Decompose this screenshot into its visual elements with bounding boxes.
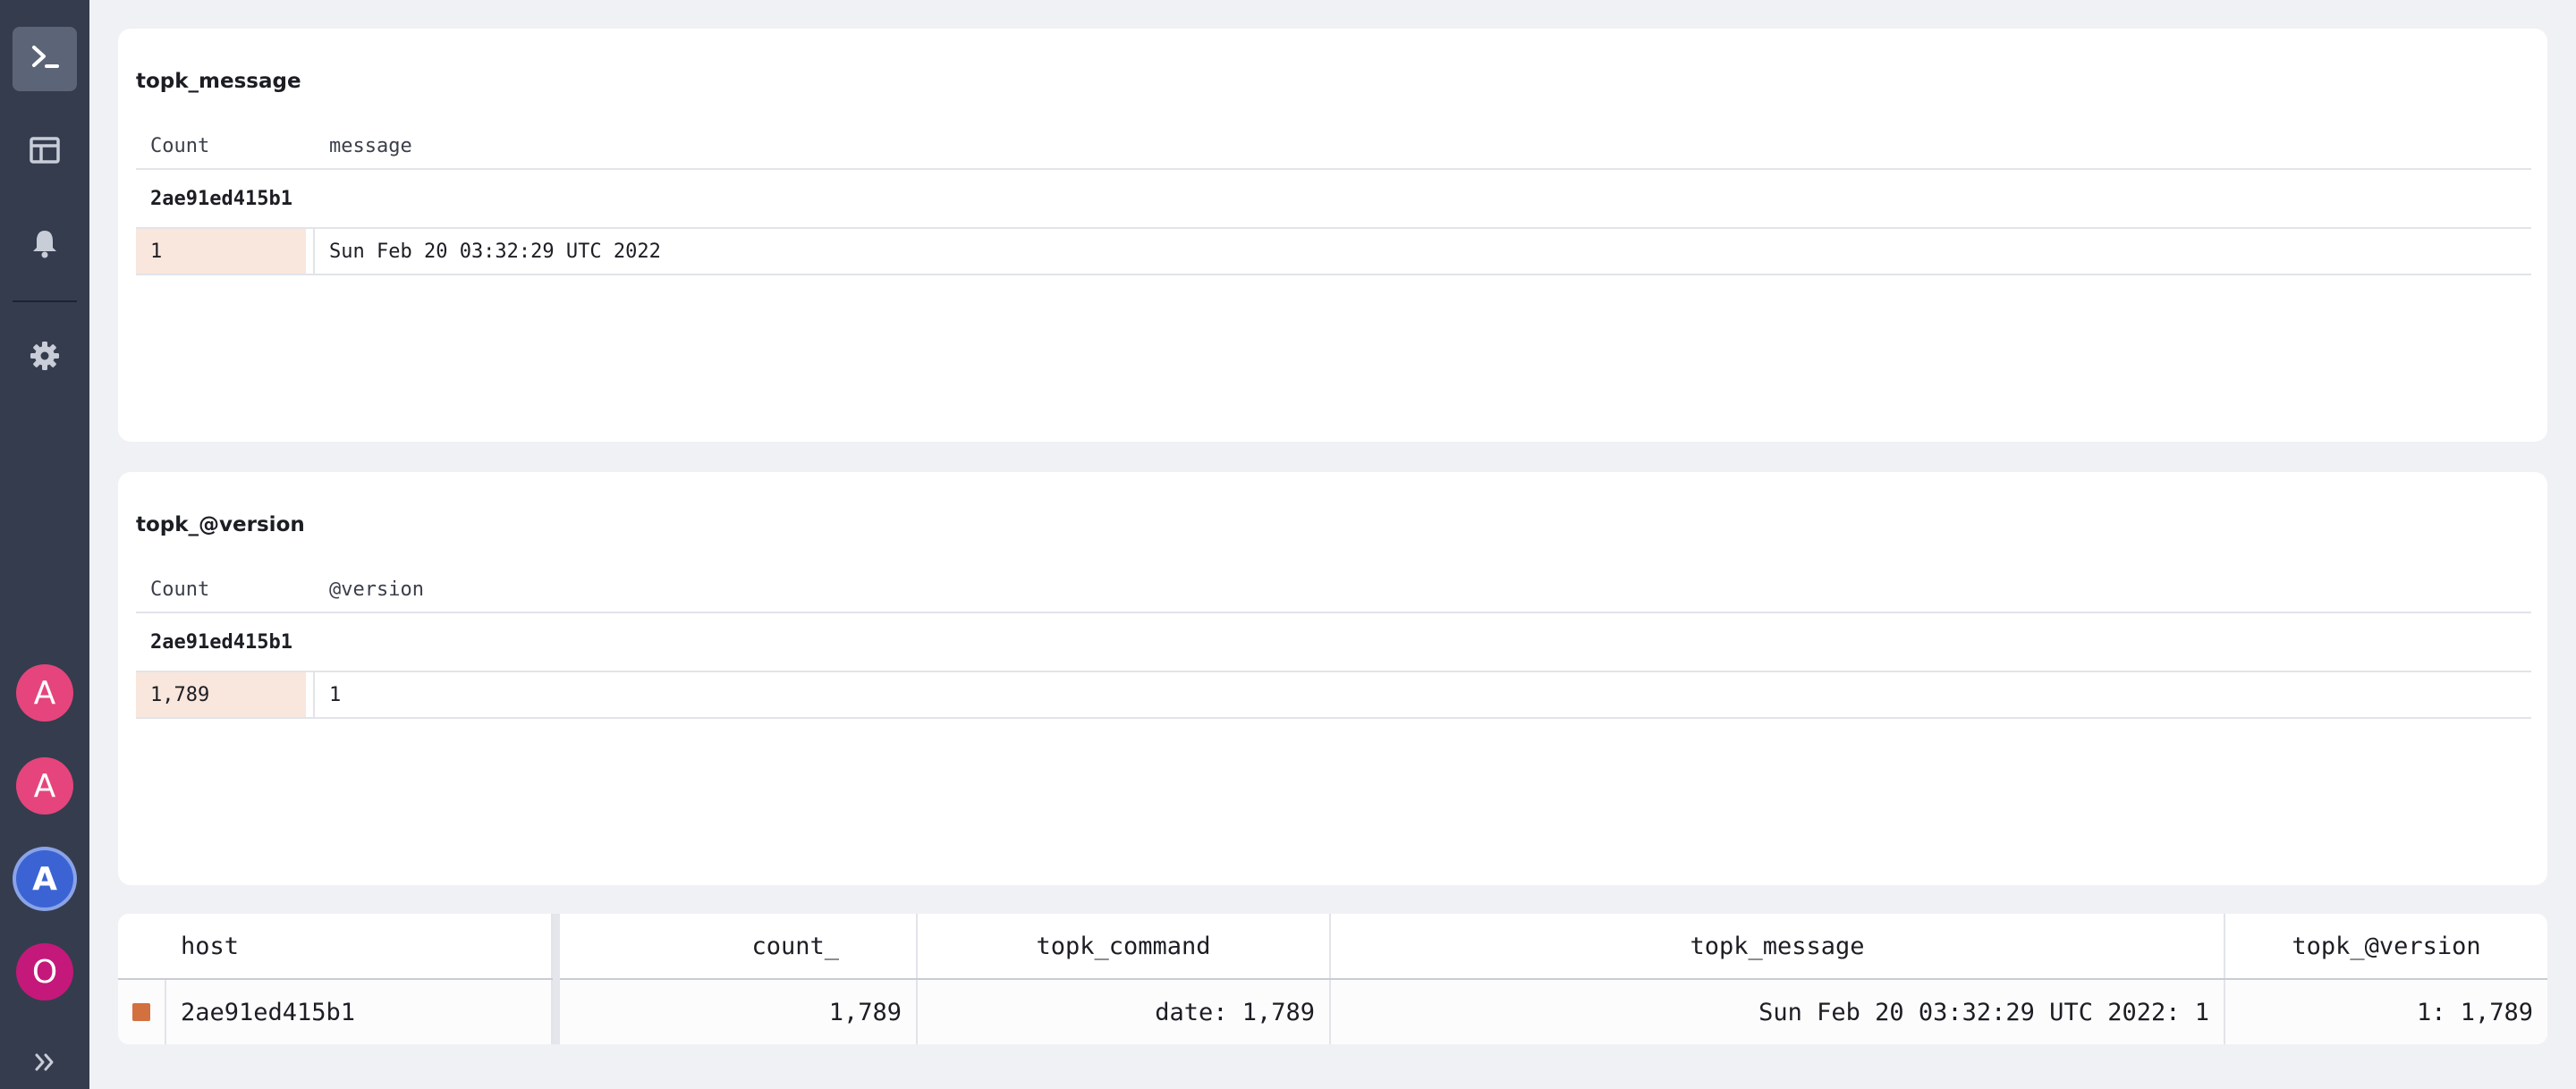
count-cell: 1 (136, 229, 306, 274)
avatar[interactable]: O (16, 943, 73, 1000)
table-cell-host[interactable]: 2ae91ed415b1 (166, 980, 553, 1044)
sidebar-item-settings[interactable] (13, 325, 77, 390)
column-header-message[interactable]: message (315, 135, 412, 157)
table-cell-topk-command[interactable]: date: 1,789 (918, 980, 1331, 1044)
sidebar-item-alerts[interactable] (13, 213, 77, 277)
panel-title: topk_@version (136, 513, 305, 536)
group-label: 2ae91ed415b1 (136, 170, 2531, 229)
table-header: Count @version (136, 567, 2531, 613)
terminal-icon (27, 39, 63, 79)
table-cell-count[interactable]: 1,789 (560, 980, 918, 1044)
panel-topk-message: topk_message Count message 2ae91ed415b1 … (118, 29, 2547, 442)
frozen-column-divider[interactable] (553, 914, 560, 1044)
sidebar: A A A O (0, 0, 89, 1089)
cell-divider (306, 229, 315, 274)
column-header-version[interactable]: @version (315, 578, 424, 601)
layout-icon (29, 134, 61, 170)
cell-divider (306, 672, 315, 717)
column-header-topk-command[interactable]: topk_command (918, 914, 1331, 978)
group-label: 2ae91ed415b1 (136, 613, 2531, 672)
panel-topk-version: topk_@version Count @version 2ae91ed415b… (118, 472, 2547, 885)
column-header-count[interactable]: Count (136, 578, 315, 601)
count-cell: 1,789 (136, 672, 306, 717)
avatar[interactable]: A (16, 664, 73, 722)
row-color-cell (118, 980, 166, 1044)
value-cell: Sun Feb 20 03:32:29 UTC 2022 (329, 240, 661, 263)
value-cell: 1 (329, 683, 342, 706)
column-header-count[interactable]: Count (136, 135, 315, 157)
column-header-topk-message[interactable]: topk_message (1331, 914, 2225, 978)
double-chevron-right-icon (32, 1050, 57, 1078)
table-row[interactable]: 1 Sun Feb 20 03:32:29 UTC 2022 (136, 229, 2531, 275)
table-cell-topk-version[interactable]: 1: 1,789 (2225, 980, 2547, 1044)
expand-sidebar-button[interactable] (13, 1032, 77, 1089)
avatar-active[interactable]: A (16, 850, 73, 908)
column-header-host[interactable]: host (118, 914, 553, 978)
gear-icon (29, 340, 61, 376)
panel-table: Count @version 2ae91ed415b1 1,789 1 (136, 567, 2531, 719)
column-header-count[interactable]: count_ (560, 914, 918, 978)
sidebar-divider (13, 300, 77, 302)
table-cell-topk-message[interactable]: Sun Feb 20 03:32:29 UTC 2022: 1 (1331, 980, 2225, 1044)
table-header: Count message (136, 123, 2531, 170)
bell-icon (30, 227, 60, 263)
panel-title: topk_message (136, 70, 301, 93)
avatar[interactable]: A (16, 757, 73, 815)
sidebar-item-dashboard[interactable] (13, 120, 77, 184)
column-header-topk-version[interactable]: topk_@version (2225, 914, 2547, 978)
series-color-swatch (132, 1003, 150, 1021)
table-row[interactable]: 1,789 1 (136, 672, 2531, 719)
sidebar-item-terminal[interactable] (13, 27, 77, 91)
panel-table: Count message 2ae91ed415b1 1 Sun Feb 20 … (136, 123, 2531, 275)
results-table: host count_ topk_command topk_message to… (118, 914, 2547, 1044)
